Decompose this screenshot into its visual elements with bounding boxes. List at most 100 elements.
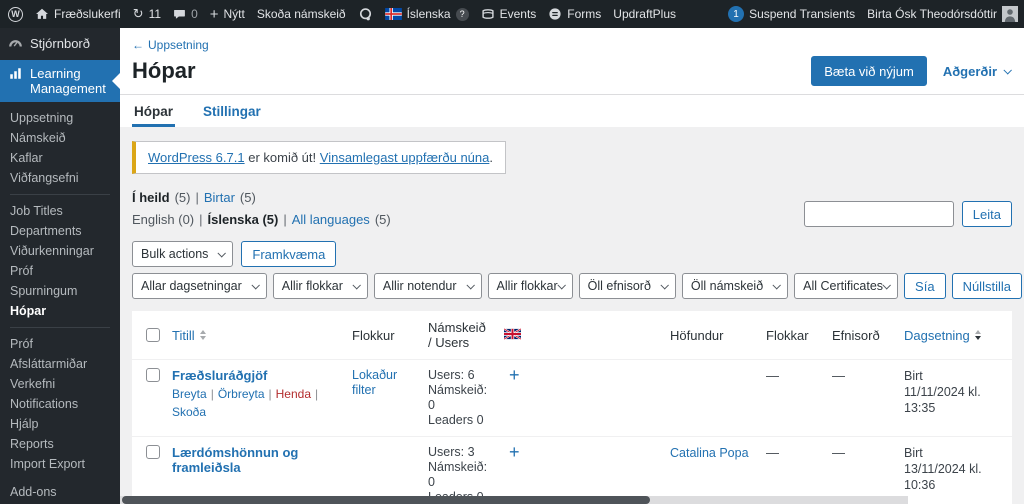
sidebar-item-hopar[interactable]: Hópar (0, 301, 120, 321)
site-name-menu[interactable]: Fræðslukerfi (35, 7, 121, 21)
quick-edit-action[interactable]: Örbreyta (218, 387, 265, 401)
back-arrow-icon: ← (132, 38, 144, 52)
tab-stillingar[interactable]: Stillingar (201, 95, 263, 127)
column-courses-users: Námskeið / Users (428, 320, 486, 350)
forms-menu[interactable]: Forms (548, 7, 601, 21)
new-content-menu[interactable]: + Nýtt (210, 7, 245, 22)
row-checkbox[interactable] (146, 368, 160, 382)
bulk-actions-select[interactable]: Bulk actions (132, 241, 234, 267)
sidebar-item-departments[interactable]: Departments (0, 221, 120, 241)
courses-count: Námskeið: 0 (428, 383, 488, 412)
sidebar-item-import-export[interactable]: Import Export (0, 454, 120, 474)
group-category-link[interactable]: Lokaður filter (352, 368, 416, 398)
sidebar-item-prof[interactable]: Próf (0, 261, 120, 281)
back-link[interactable]: ← Uppsetning (132, 38, 209, 52)
search-button[interactable]: Leita (961, 201, 1012, 227)
events-menu[interactable]: Events (481, 7, 536, 21)
chevron-down-icon (772, 281, 782, 290)
user-account-menu[interactable]: Birta Ósk Theodórsdóttir (867, 6, 1018, 22)
q-logo-menu[interactable] (358, 7, 373, 22)
chevron-down-icon (660, 281, 669, 290)
wordpress-version-link[interactable]: WordPress 6.7.1 (148, 150, 245, 165)
sidebar-item-prof-2[interactable]: Próf (0, 334, 120, 354)
search-input[interactable] (803, 201, 954, 227)
actions-dropdown[interactable]: Aðgerðir (943, 64, 1012, 79)
admin-sidebar: Stjórnborð Learning Management Uppsetnin… (0, 28, 120, 504)
sidebar-item-namskeid[interactable]: Námskeið (0, 128, 120, 148)
chevron-down-icon (217, 249, 227, 258)
reset-button[interactable]: Núllstilla (951, 273, 1022, 299)
sidebar-item-vidfangsefni[interactable]: Viðfangsefni (0, 168, 120, 188)
sidebar-item-learning-management[interactable]: Learning Management (0, 60, 120, 102)
bulk-actions-row: Bulk actions Framkvæma (132, 241, 1012, 267)
filter-courses-select[interactable]: Öll námskeið (681, 273, 789, 299)
wordpress-menu[interactable]: W (8, 6, 23, 22)
sidebar-item-afslattarmidar[interactable]: Afsláttarmiðar (0, 354, 120, 374)
comments-menu[interactable]: 0 (173, 7, 198, 21)
view-all-languages-link[interactable]: All languages (292, 212, 370, 227)
q-logo-icon (359, 7, 371, 20)
add-translation-icon[interactable]: + (504, 443, 520, 461)
sidebar-item-spurningum[interactable]: Spurningum (0, 281, 120, 301)
sidebar-item-notifications[interactable]: Notifications (0, 394, 120, 414)
add-translation-icon[interactable]: + (504, 366, 520, 384)
leaders-count: Leaders 0 (428, 413, 484, 427)
sidebar-item-add-ons[interactable]: Add-ons (0, 482, 120, 502)
sidebar-item-verkefni[interactable]: Verkefni (0, 374, 120, 394)
filter-category2-select[interactable]: Allir flokkar (487, 273, 573, 299)
author-link[interactable]: Catalina Popa (670, 446, 749, 461)
sidebar-item-vidurkenningar[interactable]: Viðurkenningar (0, 241, 120, 261)
select-all-checkbox[interactable] (146, 328, 160, 342)
sort-by-date[interactable]: Dagsetning (904, 328, 981, 343)
page-title: Hópar (132, 58, 196, 83)
table-header-row: Titill Flokkur Námskeið / Users Höfundur… (132, 311, 1012, 360)
table-row: Fræðsluráðgjöf Breyta | Örbreyta | Henda | Sko… (132, 359, 1012, 437)
language-views: English (0) | Íslenska (5) | All languag… (132, 212, 391, 227)
group-title-link[interactable]: Lærdómshönnun og framleiðsla (172, 445, 340, 475)
comment-icon (174, 9, 185, 19)
wordpress-logo-icon: W (8, 6, 23, 22)
list-area: Í heild (5) | Birtar (5) English (0) | Í… (120, 190, 1024, 504)
filter-button[interactable]: Sía (904, 273, 946, 299)
plus-icon: + (209, 5, 219, 23)
sidebar-item-uppsetning[interactable]: Uppsetning (0, 108, 120, 128)
suspend-transients-menu[interactable]: 1 Suspend Transients (728, 6, 855, 22)
home-icon (36, 8, 48, 19)
sidebar-item-kaflar[interactable]: Kaflar (0, 148, 120, 168)
view-published-link[interactable]: Birtar (204, 190, 235, 205)
apply-button[interactable]: Framkvæma (241, 241, 337, 267)
update-now-link[interactable]: Vinsamlegast uppfærðu núna (320, 150, 490, 165)
row-actions: Breyta | Örbreyta | Henda | Skoða (172, 387, 319, 419)
trash-action[interactable]: Henda (276, 387, 311, 401)
sidebar-item-reports[interactable]: Reports (0, 434, 120, 454)
sidebar-item-dashboard[interactable]: Stjórnborð (0, 30, 120, 60)
row-checkbox[interactable] (146, 445, 160, 459)
list-top: Í heild (5) | Birtar (5) English (0) | Í… (132, 190, 1012, 227)
filter-date-select[interactable]: Allar dagsetningar (132, 273, 267, 299)
horizontal-scrollbar[interactable] (122, 496, 650, 504)
edit-action[interactable]: Breyta (172, 387, 207, 401)
updates-menu[interactable]: ↻ 11 (133, 7, 161, 21)
search-box: Leita (803, 201, 1012, 227)
add-new-button[interactable]: Bæta við nýjum (811, 56, 927, 86)
courses-count: Námskeið: 0 (428, 460, 488, 489)
view-course-link[interactable]: Skoða námskeið (257, 7, 346, 21)
sidebar-item-job-titles[interactable]: Job Titles (0, 201, 120, 221)
chevron-down-icon (882, 281, 891, 290)
language-switcher-menu[interactable]: Íslenska ? (384, 7, 469, 21)
filter-certificates-select[interactable]: All Certificates (794, 273, 899, 299)
filter-category-select[interactable]: Allir flokkar (272, 273, 368, 299)
filter-users-select[interactable]: Allir notendur (373, 273, 482, 299)
sidebar-item-hjalp[interactable]: Hjálp (0, 414, 120, 434)
filter-tags-select[interactable]: Öll efnisorð (578, 273, 676, 299)
tags-cell: — (832, 368, 845, 383)
sidebar-divider (10, 327, 110, 328)
column-tags: Efnisorð (832, 327, 880, 343)
tab-hopar[interactable]: Hópar (132, 95, 176, 127)
group-title-link[interactable]: Fræðsluráðgjöf (172, 368, 267, 383)
chevron-down-icon (557, 281, 566, 290)
updraftplus-menu[interactable]: UpdraftPlus (613, 7, 676, 21)
view-action[interactable]: Skoða (172, 405, 206, 419)
view-english[interactable]: English (0) (132, 212, 194, 227)
sort-by-title[interactable]: Titill (172, 328, 206, 343)
